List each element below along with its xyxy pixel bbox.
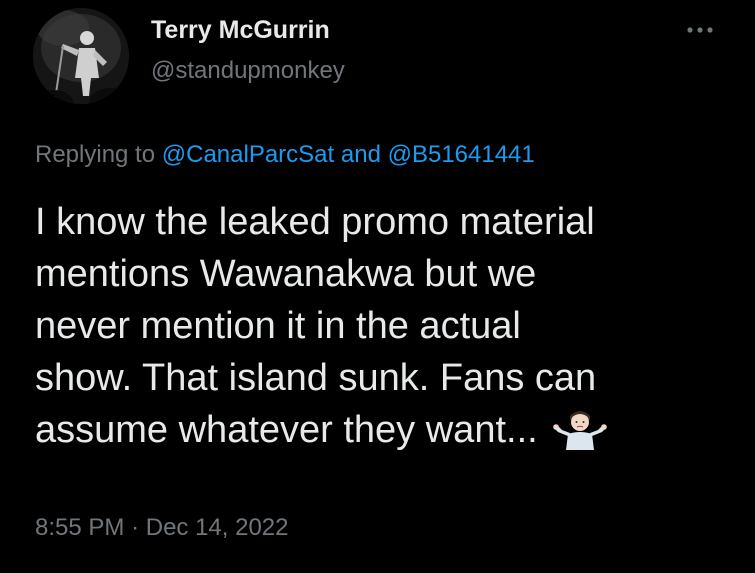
tweet-line-last: assume whatever they want... <box>35 404 735 464</box>
mention-link-b51641441[interactable]: @B51641441 <box>388 141 535 168</box>
timestamp-separator: · <box>131 514 140 541</box>
more-horizontal-icon <box>687 27 713 33</box>
replying-to-label: Replying to <box>35 141 156 168</box>
avatar-photo <box>33 8 129 104</box>
tweet-line: show. That island sunk. Fans can <box>35 357 597 399</box>
tweet-timestamp[interactable]: 8:55 PM · Dec 14, 2022 <box>35 513 289 543</box>
replying-to-line: Replying to @CanalParcSat and @B51641441 <box>35 140 535 170</box>
tweet-text: I know the leaked promo material mention… <box>35 196 735 464</box>
avatar[interactable] <box>33 8 129 104</box>
tweet-line: never mention it in the actual <box>35 305 521 347</box>
author-name[interactable]: Terry McGurrin <box>151 14 330 46</box>
mention-link-canalparcsat[interactable]: @CanalParcSat <box>162 141 334 168</box>
tweet-line: assume whatever they want... <box>35 409 538 451</box>
tweet-card: Terry McGurrin @standupmonkey Replying t… <box>0 0 755 573</box>
tweet-line: mentions Wawanakwa but we <box>35 253 537 295</box>
tweet-time[interactable]: 8:55 PM <box>35 514 124 541</box>
man-shrugging-emoji-icon <box>552 406 608 464</box>
reply-conjunction: and <box>340 141 381 168</box>
more-options-button[interactable] <box>672 18 720 42</box>
author-handle[interactable]: @standupmonkey <box>151 56 345 86</box>
tweet-date[interactable]: Dec 14, 2022 <box>146 514 289 541</box>
tweet-line: I know the leaked promo material <box>35 201 595 243</box>
